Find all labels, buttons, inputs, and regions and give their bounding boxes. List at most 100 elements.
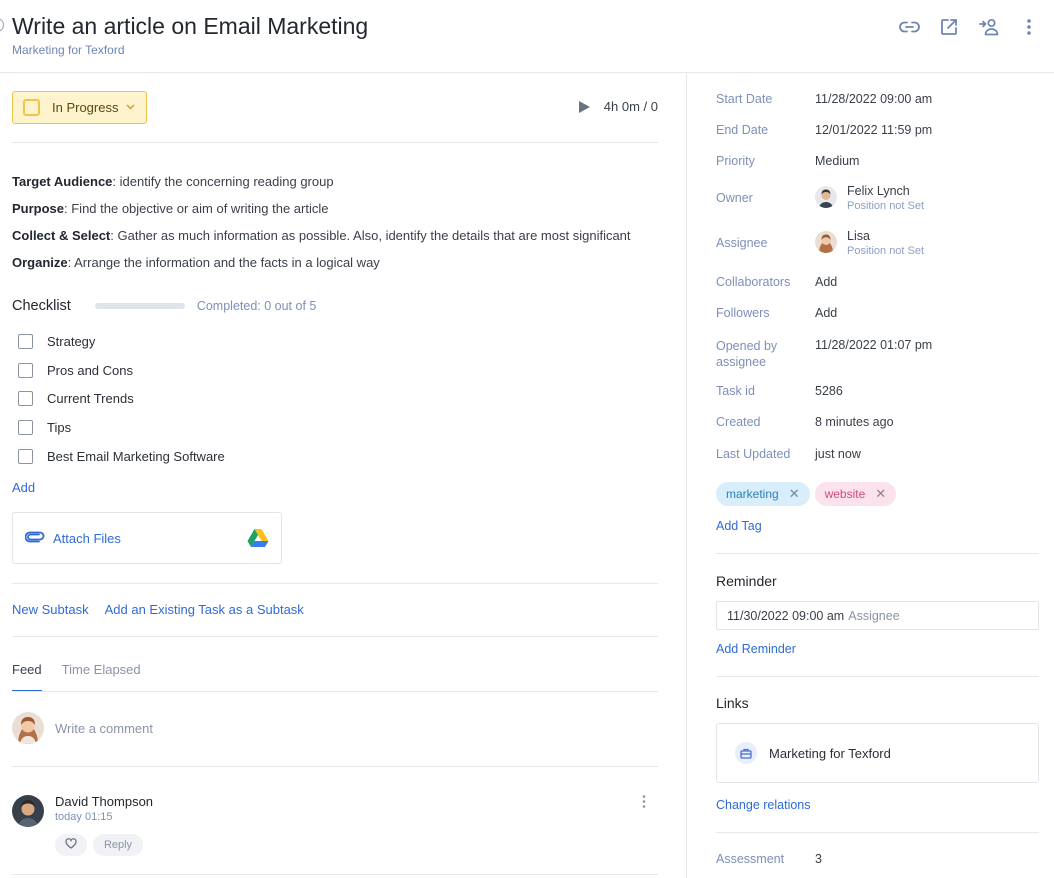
project-link[interactable]: Marketing for Texford [12,43,125,57]
checklist-checkbox[interactable] [18,391,33,407]
status-dropdown[interactable]: In Progress [12,91,147,124]
add-existing-subtask-link[interactable]: Add an Existing Task as a Subtask [105,602,304,617]
add-checklist-item-link[interactable]: Add [12,480,35,495]
link-icon[interactable] [898,16,920,38]
tab-time-elapsed[interactable]: Time Elapsed [62,662,141,692]
timer-value: 4h 0m / 0 [603,99,658,114]
add-collaborator-link[interactable]: Add [815,275,837,289]
open-external-icon[interactable] [938,16,960,38]
divider [12,766,658,767]
checklist-checkbox[interactable] [18,362,33,378]
change-relations-link[interactable]: Change relations [716,798,811,812]
prop-label: Assessment [716,852,785,866]
play-icon[interactable] [578,100,590,113]
checklist-item: Current Trends [18,385,225,414]
checklist-completed-text: Completed: 0 out of 5 [196,299,317,313]
linked-project-label: Marketing for Texford [769,745,891,761]
assign-user-icon[interactable] [978,16,1000,38]
activity-tabs: Feed Time Elapsed [12,662,141,692]
column-divider [686,73,687,878]
close-icon[interactable]: ✕ [875,486,886,502]
task-id-value: 5286 [815,384,843,398]
comment-input[interactable]: Write a comment [55,721,153,736]
close-icon[interactable]: ✕ [789,486,800,502]
checklist-item-label[interactable]: Strategy [47,334,95,349]
comment-time: today 01:15 [55,811,113,823]
checklist-checkbox[interactable] [18,333,33,349]
divider [716,553,1039,554]
checklist-item: Pros and Cons [18,356,225,385]
checklist-title: Checklist [12,298,71,314]
task-title[interactable]: Write an article on Email Marketing [12,13,368,40]
prop-label: Assignee [716,236,768,250]
priority-value[interactable]: Medium [815,154,859,168]
checklist-item-label[interactable]: Pros and Cons [47,363,133,378]
prop-label: Task id [716,384,755,398]
prop-label: Created [716,415,761,429]
task-description[interactable]: Target Audience: identify the concerning… [12,168,631,276]
divider [12,636,658,637]
tag-list: marketing ✕ website ✕ [716,482,897,506]
checklist-checkbox[interactable] [18,420,33,436]
reply-button[interactable]: Reply [93,834,143,856]
prop-label: End Date [716,123,769,137]
comment-actions: Reply [55,834,143,856]
checklist-item: Strategy [18,327,225,356]
checklist-item-label[interactable]: Best Email Marketing Software [47,449,225,464]
tab-feed[interactable]: Feed [12,662,42,692]
add-reminder-link[interactable]: Add Reminder [716,642,796,656]
prop-label: Followers [716,306,770,320]
more-vertical-icon[interactable] [642,795,646,808]
complete-toggle-icon[interactable] [0,18,4,32]
add-follower-link[interactable]: Add [815,306,837,320]
assessment-value[interactable]: 3 [815,852,822,866]
tag-chip[interactable]: marketing ✕ [716,482,810,506]
prop-label: Last Updated [716,447,791,461]
opened-by-value: 11/28/2022 01:07 pm [815,338,933,352]
checklist-checkbox[interactable] [18,449,33,465]
like-button[interactable] [55,834,87,856]
commenter-avatar [12,795,44,827]
add-tag-link[interactable]: Add Tag [716,519,762,533]
new-subtask-link[interactable]: New Subtask [12,602,89,617]
divider [12,583,658,584]
paperclip-icon [24,531,45,546]
reminder-section-title: Reminder [716,573,777,589]
created-value: 8 minutes ago [815,415,894,429]
more-vertical-icon[interactable] [1018,16,1040,38]
divider [12,142,658,143]
description-line: Collect & Select: Gather as much informa… [12,228,631,243]
assignee-name[interactable]: Lisa [847,229,870,243]
tag-chip[interactable]: website ✕ [814,482,897,506]
tag-label: marketing [726,487,779,501]
heart-icon [65,838,77,852]
checklist-item-label[interactable]: Tips [47,420,71,435]
tag-label: website [824,487,866,501]
comment-composer: Write a comment [12,712,153,744]
google-drive-icon[interactable] [247,528,269,551]
description-line: Organize: Arrange the information and th… [12,255,380,270]
owner-name[interactable]: Felix Lynch [847,184,910,198]
prop-label: Collaborators [716,275,791,289]
linked-project-card[interactable]: Marketing for Texford [716,723,1039,783]
start-date-value[interactable]: 11/28/2022 09:00 am [815,92,932,106]
links-section-title: Links [716,695,749,711]
last-updated-value: just now [815,447,861,461]
checklist-item-label[interactable]: Current Trends [47,391,134,406]
owner-position: Position not Set [847,200,925,212]
attach-files-label: Attach Files [53,530,121,546]
reminder-date: 11/30/2022 09:00 am [727,608,845,623]
header-actions [898,16,1040,38]
assignee-position: Position not Set [847,245,925,257]
briefcase-icon [735,742,757,764]
end-date-value[interactable]: 12/01/2022 11:59 pm [815,123,932,137]
commenter-name[interactable]: David Thompson [55,794,153,809]
current-user-avatar [12,712,44,744]
reminder-item[interactable]: 11/30/2022 09:00 am Assignee [716,601,1039,630]
divider [12,874,658,875]
divider [716,676,1039,677]
assignee-avatar [815,231,837,253]
status-color-icon [23,99,40,116]
status-label: In Progress [52,100,119,115]
attach-files-button[interactable]: Attach Files [12,512,282,564]
